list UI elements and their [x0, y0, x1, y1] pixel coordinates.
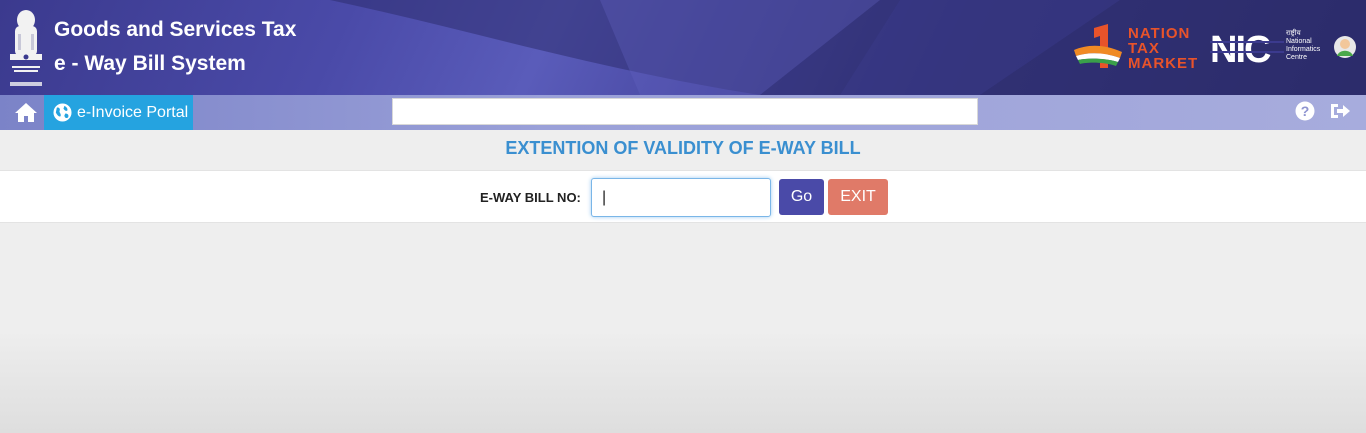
user-avatar[interactable]: [1334, 36, 1356, 58]
one-nation-tax-market-logo: NATION TAX MARKET: [1074, 22, 1208, 72]
exit-button[interactable]: EXIT: [828, 179, 888, 215]
ontm-word-nation: NATION: [1128, 25, 1191, 42]
einvoice-portal-label: e-Invoice Portal: [77, 104, 189, 121]
page-title: EXTENTION OF VALIDITY OF E-WAY BILL: [505, 138, 861, 158]
ontm-word-tax: TAX: [1128, 40, 1160, 57]
header-title-ewaybill: e - Way Bill System: [54, 52, 246, 75]
app-header: Goods and Services Tax e - Way Bill Syst…: [0, 0, 1366, 95]
nic-caption-line1: National: [1286, 38, 1312, 45]
nav-bar: e-Invoice Portal: [0, 95, 1366, 130]
header-title-gst: Goods and Services Tax: [54, 18, 297, 41]
eway-bill-no-label: E-WAY BILL NO:: [480, 190, 581, 205]
nav-search-bar[interactable]: [392, 98, 978, 125]
nic-caption: राष्ट्रीय National Informatics Centre: [1286, 30, 1334, 62]
home-icon[interactable]: [14, 101, 38, 123]
india-emblem-logo: [10, 10, 42, 86]
nic-logo-text: NIC: [1210, 30, 1271, 66]
einvoice-portal-link[interactable]: e-Invoice Portal: [44, 95, 193, 130]
globe-icon: [53, 103, 72, 122]
eway-bill-search-form: E-WAY BILL NO: Go EXIT: [0, 170, 1366, 223]
question-circle-icon[interactable]: ?: [1295, 101, 1315, 121]
sign-out-icon[interactable]: [1329, 101, 1351, 121]
nic-logo: NIC: [1210, 30, 1284, 66]
svg-text:?: ?: [1301, 103, 1310, 119]
go-button[interactable]: Go: [779, 179, 824, 215]
nic-caption-hindi: राष्ट्रीय: [1286, 30, 1301, 37]
nic-caption-line3: Centre: [1286, 54, 1308, 61]
nic-caption-line2: Informatics: [1286, 46, 1321, 53]
eway-bill-no-input[interactable]: [591, 178, 771, 217]
ontm-word-market: MARKET: [1128, 55, 1199, 72]
page-bottom-shade: [0, 330, 1366, 433]
